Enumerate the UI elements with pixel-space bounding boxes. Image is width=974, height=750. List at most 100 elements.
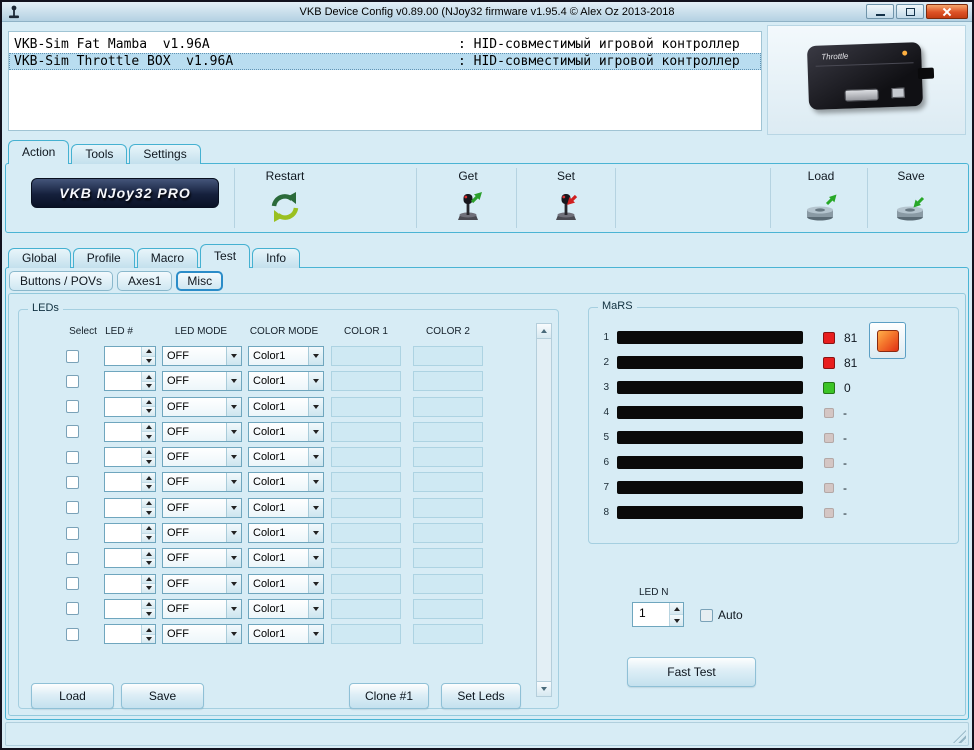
- led-select-checkbox[interactable]: [66, 375, 79, 388]
- sub-tabs-macro[interactable]: Macro: [137, 248, 198, 268]
- scroll-up-button[interactable]: [537, 324, 551, 339]
- dropdown-button[interactable]: [308, 423, 323, 441]
- test-tabs-misc[interactable]: Misc: [176, 271, 223, 291]
- spin-up-button[interactable]: [142, 347, 155, 356]
- auto-checkbox[interactable]: [700, 609, 713, 622]
- test-tabs-buttons-povs[interactable]: Buttons / POVs: [9, 271, 113, 291]
- dropdown-button[interactable]: [226, 625, 241, 643]
- led-n-down-button[interactable]: [670, 614, 683, 626]
- dropdown-button[interactable]: [226, 549, 241, 567]
- led-mode-select[interactable]: OFF: [162, 599, 242, 619]
- led-number-input[interactable]: [104, 624, 156, 644]
- dropdown-button[interactable]: [226, 423, 241, 441]
- led-select-checkbox[interactable]: [66, 527, 79, 540]
- spin-up-button[interactable]: [142, 575, 155, 584]
- led-test-button[interactable]: [869, 322, 906, 359]
- dropdown-button[interactable]: [308, 499, 323, 517]
- color2-field[interactable]: [413, 346, 483, 366]
- leds-load-button[interactable]: Load: [31, 683, 114, 709]
- led-mode-select[interactable]: OFF: [162, 447, 242, 467]
- color1-field[interactable]: [331, 447, 401, 467]
- color1-field[interactable]: [331, 523, 401, 543]
- scroll-down-button[interactable]: [537, 681, 551, 696]
- led-number-input[interactable]: [104, 447, 156, 467]
- color1-field[interactable]: [331, 548, 401, 568]
- led-mode-select[interactable]: OFF: [162, 397, 242, 417]
- color1-field[interactable]: [331, 472, 401, 492]
- led-number-input[interactable]: [104, 498, 156, 518]
- color-mode-select[interactable]: Color1: [248, 447, 324, 467]
- led-n-up-button[interactable]: [670, 603, 683, 614]
- dropdown-button[interactable]: [226, 372, 241, 390]
- led-select-checkbox[interactable]: [66, 350, 79, 363]
- dropdown-button[interactable]: [226, 499, 241, 517]
- color-mode-select[interactable]: Color1: [248, 498, 324, 518]
- dropdown-button[interactable]: [308, 524, 323, 542]
- load-button[interactable]: [802, 188, 840, 226]
- close-button[interactable]: [926, 4, 968, 19]
- spin-up-button[interactable]: [142, 448, 155, 457]
- color-mode-select[interactable]: Color1: [248, 371, 324, 391]
- maximize-button[interactable]: [896, 4, 924, 19]
- led-number-input[interactable]: [104, 422, 156, 442]
- color-mode-select[interactable]: Color1: [248, 574, 324, 594]
- color1-field[interactable]: [331, 346, 401, 366]
- color2-field[interactable]: [413, 397, 483, 417]
- sub-tabs-profile[interactable]: Profile: [73, 248, 135, 268]
- spin-down-button[interactable]: [142, 482, 155, 492]
- color2-field[interactable]: [413, 422, 483, 442]
- spin-down-button[interactable]: [142, 533, 155, 543]
- spin-up-button[interactable]: [142, 499, 155, 508]
- color1-field[interactable]: [331, 498, 401, 518]
- sub-tabs-test[interactable]: Test: [200, 244, 250, 268]
- spin-up-button[interactable]: [142, 549, 155, 558]
- color2-field[interactable]: [413, 599, 483, 619]
- color1-field[interactable]: [331, 422, 401, 442]
- color-mode-select[interactable]: Color1: [248, 548, 324, 568]
- led-mode-select[interactable]: OFF: [162, 624, 242, 644]
- clone-button[interactable]: Clone #1: [349, 683, 429, 709]
- color2-field[interactable]: [413, 523, 483, 543]
- spin-up-button[interactable]: [142, 524, 155, 533]
- led-mode-select[interactable]: OFF: [162, 422, 242, 442]
- color-mode-select[interactable]: Color1: [248, 472, 324, 492]
- test-tabs-axes1[interactable]: Axes1: [117, 271, 172, 291]
- resize-grip[interactable]: [953, 730, 966, 743]
- spin-down-button[interactable]: [142, 583, 155, 593]
- spin-up-button[interactable]: [142, 625, 155, 634]
- dropdown-button[interactable]: [226, 600, 241, 618]
- color1-field[interactable]: [331, 624, 401, 644]
- led-mode-select[interactable]: OFF: [162, 472, 242, 492]
- minimize-button[interactable]: [866, 4, 894, 19]
- led-select-checkbox[interactable]: [66, 628, 79, 641]
- led-mode-select[interactable]: OFF: [162, 574, 242, 594]
- led-select-checkbox[interactable]: [66, 577, 79, 590]
- dropdown-button[interactable]: [308, 398, 323, 416]
- dropdown-button[interactable]: [308, 473, 323, 491]
- led-mode-select[interactable]: OFF: [162, 523, 242, 543]
- device-row-fat-mamba[interactable]: VKB-Sim Fat Mamba v1.96A : HID-совместим…: [9, 36, 761, 53]
- led-number-input[interactable]: [104, 371, 156, 391]
- dropdown-button[interactable]: [308, 625, 323, 643]
- dropdown-button[interactable]: [308, 575, 323, 593]
- led-number-input[interactable]: [104, 548, 156, 568]
- spin-down-button[interactable]: [142, 507, 155, 517]
- color1-field[interactable]: [331, 599, 401, 619]
- led-n-input[interactable]: 1: [632, 602, 684, 627]
- led-select-checkbox[interactable]: [66, 400, 79, 413]
- color2-field[interactable]: [413, 624, 483, 644]
- dropdown-button[interactable]: [226, 575, 241, 593]
- dropdown-button[interactable]: [226, 473, 241, 491]
- dropdown-button[interactable]: [226, 524, 241, 542]
- color-mode-select[interactable]: Color1: [248, 523, 324, 543]
- spin-up-button[interactable]: [142, 600, 155, 609]
- color2-field[interactable]: [413, 371, 483, 391]
- led-mode-select[interactable]: OFF: [162, 548, 242, 568]
- led-number-input[interactable]: [104, 523, 156, 543]
- sub-tabs-global[interactable]: Global: [8, 248, 71, 268]
- main-tabs-settings[interactable]: Settings: [129, 144, 200, 164]
- led-scrollbar[interactable]: [536, 323, 552, 697]
- spin-down-button[interactable]: [142, 356, 155, 366]
- sub-tabs-info[interactable]: Info: [252, 248, 300, 268]
- dropdown-button[interactable]: [308, 347, 323, 365]
